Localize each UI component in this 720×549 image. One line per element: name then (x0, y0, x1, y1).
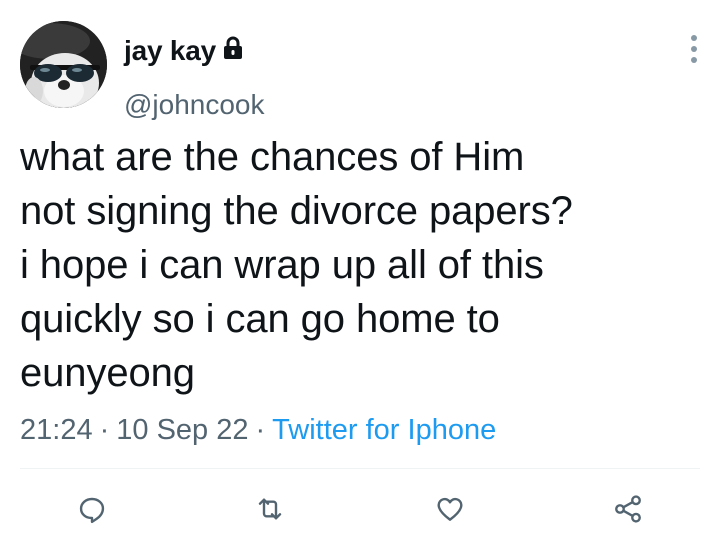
tweet-source-link[interactable]: Twitter for Iphone (272, 414, 496, 446)
meta-separator: · (255, 414, 266, 446)
action-bar (0, 487, 720, 531)
share-button[interactable] (606, 487, 650, 531)
reply-button[interactable] (70, 487, 114, 531)
like-button[interactable] (428, 487, 472, 531)
more-options-icon[interactable] (686, 30, 702, 70)
tweet-time: 21:24 (20, 414, 93, 446)
author-display-name[interactable]: jay kay (124, 34, 216, 68)
author-handle[interactable]: @johncook (124, 88, 265, 122)
tweet-meta: 21:24 · 10 Sep 22 · Twitter for Iphone (20, 410, 496, 450)
tweet-date: 10 Sep 22 (116, 414, 249, 446)
dog-avatar-image (20, 21, 107, 108)
retweet-icon (258, 498, 282, 520)
tweet-text: what are the chances of Him not signing … (20, 135, 573, 395)
retweet-button[interactable] (248, 487, 292, 531)
meta-separator: · (99, 414, 110, 446)
avatar[interactable] (20, 21, 107, 108)
reply-icon (79, 497, 105, 524)
divider (20, 468, 700, 469)
share-icon (615, 495, 641, 523)
lock-icon (222, 34, 244, 59)
heart-icon (437, 497, 463, 521)
author-display-name-row[interactable]: jay kay (124, 34, 244, 68)
